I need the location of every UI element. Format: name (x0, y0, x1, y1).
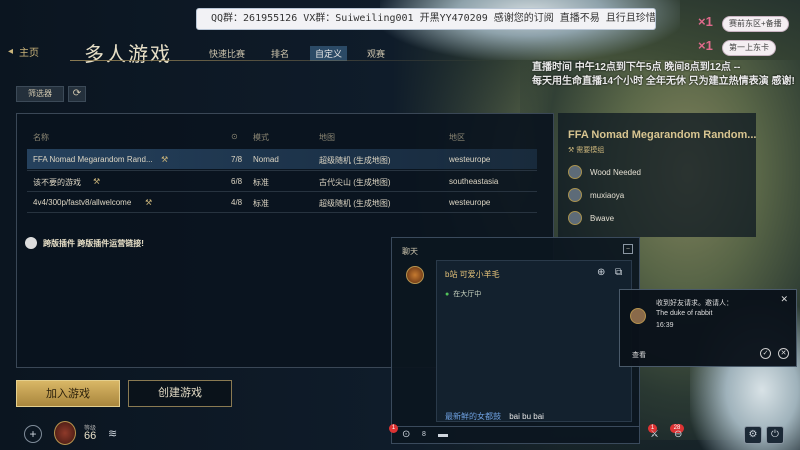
create-game-button[interactable]: 创建游戏 (128, 380, 232, 407)
row-divider (27, 212, 537, 213)
nav-divider (70, 60, 500, 61)
decline-icon[interactable]: ✕ (778, 348, 789, 359)
row-map: 超级随机 (生成地图) (319, 199, 391, 208)
row-region: westeurope (449, 155, 491, 164)
popout-icon[interactable]: ⧉ (615, 267, 627, 279)
tab-spectate[interactable]: 观赛 (362, 46, 390, 61)
avatar[interactable] (406, 266, 424, 284)
stream-banner: QQ群：261955126 VX群：Suiweiling001 开黑YY4702… (196, 8, 656, 30)
invite-icon[interactable]: ⊕ (597, 267, 609, 279)
online-count: 8 (422, 431, 426, 438)
avatar (568, 165, 582, 179)
page-title: 多人游戏 (84, 44, 172, 66)
row-map: 超级随机 (生成地图) (319, 156, 391, 165)
table-row[interactable]: 该不要的游戏 ⚒ 6/8 标准 古代尖山 (生成地图) southeastasi… (27, 171, 537, 191)
avatar (630, 308, 646, 324)
row-map: 古代尖山 (生成地图) (319, 178, 391, 187)
player-name: Wood Needed (590, 167, 641, 177)
friend-request-time: 16:39 (656, 322, 674, 329)
swords-icon[interactable]: ⚔ (650, 429, 659, 440)
chat-title: 聊天 (402, 247, 418, 256)
back-label: 主页 (19, 48, 40, 59)
detail-title: FFA Nomad Megarandom Random... (568, 129, 757, 141)
row-name: 该不要的游戏 (33, 178, 81, 187)
accept-icon[interactable]: ✓ (760, 348, 771, 359)
power-icon[interactable]: ⏻ (766, 426, 784, 444)
row-players: 4/8 (231, 198, 243, 207)
row-mode: 标准 (253, 199, 269, 208)
chat-status: 在大厅中 (445, 289, 481, 299)
row-region: southeastasia (449, 177, 499, 186)
view-button[interactable]: 查看 (632, 350, 646, 360)
chat-panel: 聊天 – b站 可爱小羊毛 ⊕ ⧉ 在大厅中 最新鲜的女都鼓 bai bu ba… (391, 237, 640, 427)
col-map: 地图 (319, 133, 335, 142)
settings-icon[interactable]: ⚙ (744, 426, 762, 444)
stream-schedule-2: 每天用生命直播14个小时 全年无休 只为建立热情表演 感谢! (532, 76, 795, 87)
friends-icon[interactable]: ⊙ (402, 429, 410, 440)
refresh-icon[interactable]: ⟳ (68, 86, 86, 102)
friend-request-name: The duke of rabbit (656, 310, 713, 317)
tab-custom[interactable]: 自定义 (310, 46, 348, 61)
row-name: 4v4/300p/fastv8/allwelcome (33, 198, 132, 207)
top-nav: ◂ 主页 多人游戏 快速比赛 排名 自定义 观赛 (0, 38, 800, 66)
players-icon: ⊙ (231, 132, 238, 141)
tab-ranked[interactable]: 排名 (266, 46, 294, 61)
col-region: 地区 (449, 133, 465, 142)
notice-banner[interactable]: 跨版插件 跨版插件运营链接! (25, 237, 144, 249)
notice-text: 跨版插件 跨版插件运营链接! (43, 238, 144, 248)
chat-conversation: b站 可爱小羊毛 ⊕ ⧉ 在大厅中 最新鲜的女都鼓 bai bu bai (436, 260, 632, 422)
game-detail: FFA Nomad Megarandom Random... ⚒ 需要模组 Wo… (558, 113, 756, 237)
row-region: westeurope (449, 198, 491, 207)
detail-subtitle: ⚒ 需要模组 (568, 147, 605, 154)
join-game-button[interactable]: 加入游戏 (16, 380, 120, 407)
back-button[interactable]: ◂ 主页 (8, 44, 39, 59)
player-entry[interactable]: Wood Needed (568, 165, 641, 179)
player-name: Bwave (590, 213, 615, 223)
message-icon[interactable]: ▬ (438, 429, 448, 440)
chat-message-author: 最新鲜的女都鼓 (445, 412, 501, 421)
profile-emblem[interactable] (54, 421, 76, 445)
friend-request-title: 收到好友请求。邀请人： (656, 300, 733, 307)
mod-icon: ⚒ (93, 177, 101, 186)
table-row[interactable]: FFA Nomad Megarandom Rand... ⚒ 7/8 Nomad… (27, 149, 537, 169)
avatar (568, 211, 582, 225)
wifi-icon: ≋ (108, 428, 118, 440)
chat-message-text: bai bu bai (509, 412, 544, 421)
back-arrow-icon: ◂ (8, 46, 14, 57)
player-entry[interactable]: muxiaoya (568, 188, 624, 202)
row-players: 7/8 (231, 155, 243, 164)
add-icon[interactable]: + (24, 425, 42, 443)
col-mode: 模式 (253, 133, 269, 142)
overlay-pill-1: 赛前东区+备播 (722, 16, 789, 32)
tab-quick-match[interactable]: 快速比赛 (204, 46, 250, 61)
overlay-count-1: ×1 (698, 14, 713, 29)
row-players: 6/8 (231, 177, 243, 186)
filter-button[interactable]: 筛选器 (16, 86, 64, 102)
row-mode: Nomad (253, 155, 279, 164)
row-name: FFA Nomad Megarandom Rand... (33, 155, 153, 164)
player-entry[interactable]: Bwave (568, 211, 614, 225)
close-icon[interactable]: ✕ (780, 294, 788, 305)
mod-icon: ⚒ (161, 155, 169, 164)
chat-bottom-bar: 1 ⊙ 8 ▬ 1 ⚔ 28 ⊖ (389, 424, 684, 444)
player-name: muxiaoya (590, 190, 625, 200)
avatar (568, 188, 582, 202)
row-mode: 标准 (253, 178, 269, 187)
chat-message: 最新鲜的女都鼓 bai bu bai (445, 411, 544, 422)
alerts-icon[interactable]: ⊖ (674, 429, 682, 440)
notification-badge: 1 (389, 424, 398, 433)
mod-icon: ⚒ (145, 198, 153, 207)
chat-user: b站 可爱小羊毛 (445, 270, 500, 279)
level-value: 66 (84, 430, 97, 442)
notice-icon (25, 237, 37, 249)
minimize-icon[interactable]: – (623, 244, 633, 254)
table-row[interactable]: 4v4/300p/fastv8/allwelcome ⚒ 4/8 标准 超级随机… (27, 192, 537, 212)
col-name: 名称 (33, 133, 49, 142)
friend-request-popup: 收到好友请求。邀请人： The duke of rabbit 16:39 ✕ 查… (619, 289, 797, 367)
